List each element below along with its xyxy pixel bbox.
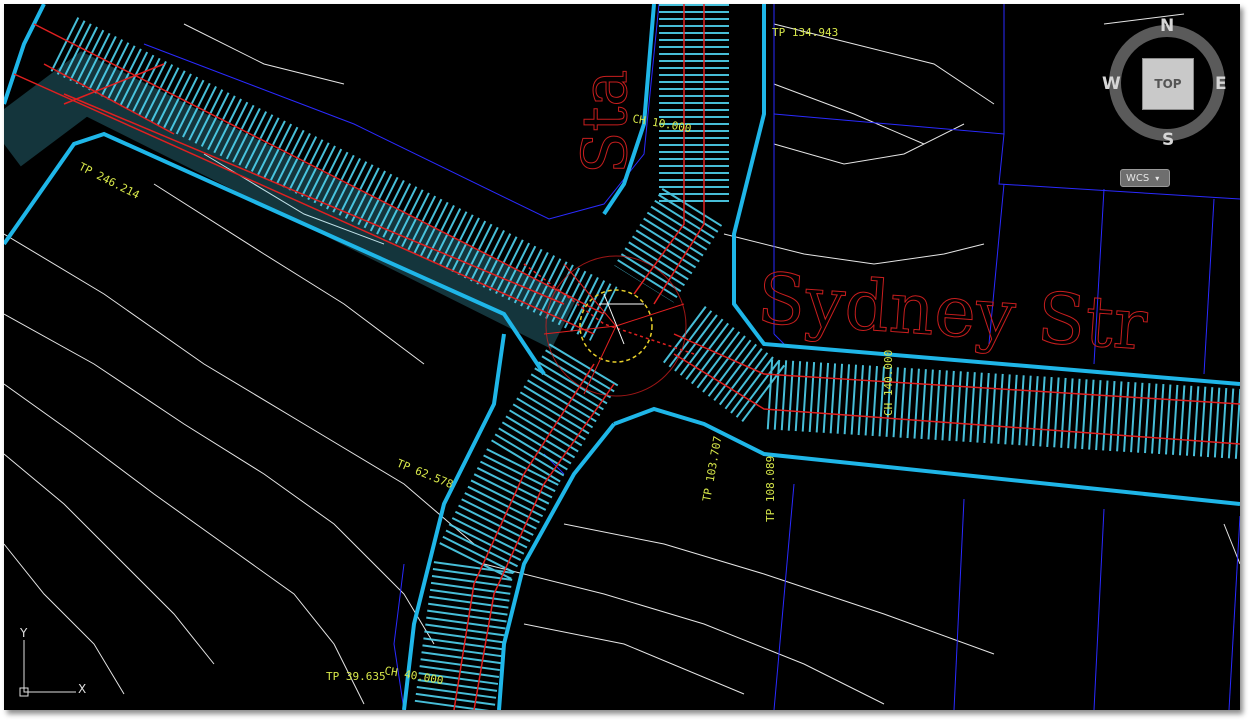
tp-label-3: TP 62.578 <box>395 457 455 491</box>
ucs-x-label: X <box>78 682 87 696</box>
tp-label-6: TP 103.707 <box>700 435 724 502</box>
tp-label-2: TP 246.214 <box>77 160 142 202</box>
wcs-menu-button[interactable]: WCS ▾ <box>1120 169 1170 187</box>
ch-label-c: CH 140.000 <box>882 350 895 416</box>
street-label-vertical: Sta <box>568 70 641 174</box>
compass-west[interactable]: W <box>1102 74 1121 94</box>
chevron-down-icon: ▾ <box>1155 173 1160 183</box>
compass-south[interactable]: S <box>1162 130 1174 150</box>
ucs-y-label: Y <box>20 626 28 640</box>
cad-drawing-viewport[interactable]: TP 134.943 TP 246.214 TP 62.578 TP 39.63… <box>4 4 1240 710</box>
wcs-label: WCS <box>1126 172 1150 184</box>
ucs-icon: Y X <box>16 626 96 702</box>
viewcube[interactable]: N S E W TOP WCS ▾ <box>1102 14 1227 194</box>
viewcube-top-face[interactable]: TOP <box>1142 58 1194 110</box>
compass-north[interactable]: N <box>1160 16 1174 36</box>
compass-east[interactable]: E <box>1215 74 1227 94</box>
tp-label-1: TP 134.943 <box>772 26 838 39</box>
tp-label-5: TP 108.089 <box>764 456 777 522</box>
tp-label-4: TP 39.635 <box>326 670 386 683</box>
drawing-canvas[interactable]: TP 134.943 TP 246.214 TP 62.578 TP 39.63… <box>4 4 1240 710</box>
